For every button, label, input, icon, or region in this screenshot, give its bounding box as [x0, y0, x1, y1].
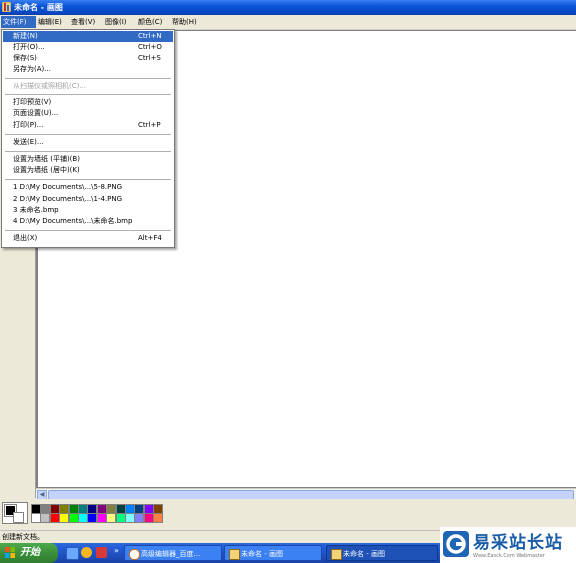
watermark-title: 易采站长站 — [473, 533, 563, 553]
menu-edit[interactable]: 编辑(E) — [36, 16, 64, 28]
paint-icon — [331, 549, 342, 560]
menu-item-save-as[interactable]: 另存为(A)... — [3, 64, 173, 75]
paint-app-icon — [2, 2, 11, 12]
menu-item-exit[interactable]: 退出(X) Alt+F4 — [3, 233, 173, 244]
menu-item-wallpaper-center[interactable]: 设置为墙纸 (居中)(K) — [3, 165, 173, 176]
firefox-icon — [129, 549, 140, 560]
taskbar-item-label: 高级编辑器_百度... — [141, 550, 201, 558]
menu-separator — [5, 179, 171, 181]
menu-item-page-setup[interactable]: 页面设置(U)... — [3, 108, 173, 119]
windows-flag-icon — [5, 547, 15, 558]
color-swatch[interactable] — [153, 513, 164, 523]
menu-item-send[interactable]: 发送(E)... — [3, 137, 173, 148]
menu-item-print-preview[interactable]: 打印预览(V) — [3, 97, 173, 108]
menu-file[interactable]: 文件(F) — [1, 16, 36, 28]
start-button[interactable]: 开始 — [0, 543, 58, 563]
quicklaunch-more-icon[interactable]: » — [114, 546, 119, 555]
menu-item-recent-1[interactable]: 1 D:\My Documents\...\5-8.PNG — [3, 182, 173, 193]
menu-separator — [5, 78, 171, 80]
watermark-logo-icon — [443, 531, 469, 557]
menu-item-from-scanner: 从扫描仪或照相机(C)... — [13, 82, 87, 90]
menu-item-recent-4[interactable]: 4 D:\My Documents\...\未命名.bmp — [3, 216, 173, 227]
horizontal-scrollbar[interactable]: ◀ — [36, 488, 576, 500]
current-colors — [2, 502, 28, 524]
taskbar-item-label: 未命名 - 画图 — [241, 550, 283, 558]
menu-separator — [5, 94, 171, 96]
menu-colors[interactable]: 颜色(C) — [136, 16, 164, 28]
menu-item-recent-3[interactable]: 3 未命名.bmp — [3, 205, 173, 216]
menu-item-open[interactable]: 打开(O)... Ctrl+O — [3, 42, 173, 53]
taskbar-item-paint-2[interactable]: 未命名 - 画图 — [326, 545, 438, 561]
taskbar-item-editor[interactable]: 高级编辑器_百度... — [124, 545, 222, 561]
start-label: 开始 — [20, 547, 40, 558]
menu-separator — [5, 230, 171, 232]
menu-item-print[interactable]: 打印(P)... Ctrl+P — [3, 120, 173, 131]
taskbar-item-label: 未命名 - 画图 — [343, 550, 385, 558]
menu-item-save[interactable]: 保存(S) Ctrl+S — [3, 53, 173, 64]
window-title: 未命名 - 画图 — [14, 3, 63, 12]
browser-icon[interactable] — [81, 547, 92, 558]
watermark-subtitle: Www.Easck.Com Webmaster — [473, 553, 545, 559]
menu-view[interactable]: 查看(V) — [69, 16, 97, 28]
menu-image[interactable]: 图像(I) — [103, 16, 129, 28]
media-icon[interactable] — [96, 547, 107, 558]
menu-item-wallpaper-tile[interactable]: 设置为墙纸 (平铺)(B) — [3, 154, 173, 165]
menu-separator — [5, 151, 171, 153]
watermark: 易采站长站 Www.Easck.Com Webmaster — [440, 527, 576, 563]
title-bar[interactable]: 未命名 - 画图 — [0, 0, 576, 15]
color-palette — [0, 499, 576, 526]
paint-icon — [229, 549, 240, 560]
menu-separator — [5, 134, 171, 136]
file-menu-dropdown: 新建(N) Ctrl+N 打开(O)... Ctrl+O 保存(S) Ctrl+S 另… — [1, 29, 175, 248]
menu-help[interactable]: 帮助(H) — [170, 16, 199, 28]
taskbar-item-paint-1[interactable]: 未命名 - 画图 — [224, 545, 322, 561]
menu-item-new[interactable]: 新建(N) Ctrl+N — [3, 31, 173, 42]
menu-bar: 文件(F) 编辑(E) 查看(V) 图像(I) 颜色(C) 帮助(H) — [0, 15, 576, 30]
status-text: 创建新文档。 — [2, 533, 44, 541]
show-desktop-icon[interactable] — [66, 547, 79, 560]
menu-item-recent-2[interactable]: 2 D:\My Documents\...\1-4.PNG — [3, 194, 173, 205]
background-color — [13, 512, 24, 523]
